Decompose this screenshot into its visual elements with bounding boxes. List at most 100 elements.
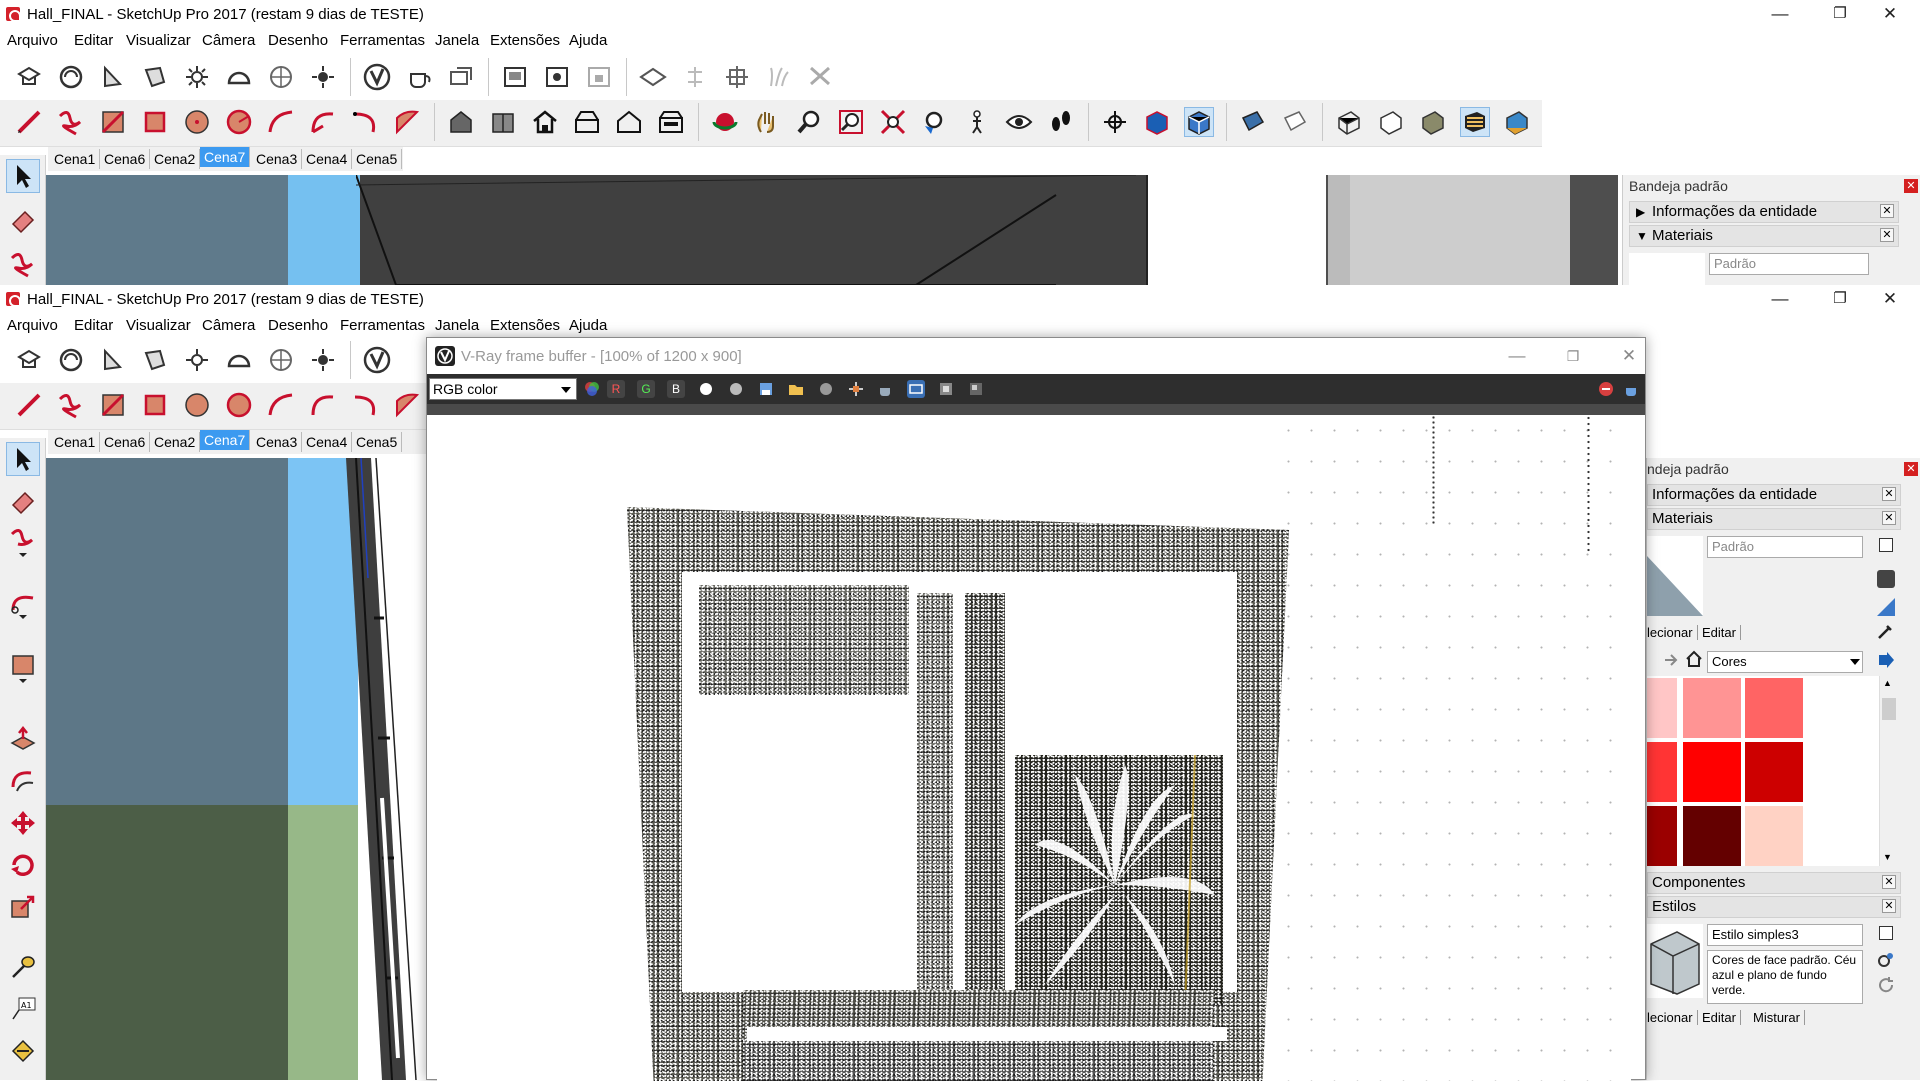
menu-ajuda[interactable]: Ajuda xyxy=(569,32,607,49)
scene-tab-cena6[interactable]: Cena6 xyxy=(100,149,151,169)
monochrome-style-icon[interactable] xyxy=(1502,107,1532,137)
material-name-field[interactable]: Padrão xyxy=(1709,253,1869,275)
three-point-arc-icon[interactable] xyxy=(350,107,380,137)
menu-visualizar[interactable]: Visualizar xyxy=(126,32,191,49)
tab-edit[interactable]: Editar xyxy=(1697,625,1741,640)
vray-sphere-icon[interactable] xyxy=(56,62,86,92)
stop-render-icon[interactable] xyxy=(1597,380,1615,398)
freehand-tool-icon[interactable] xyxy=(56,390,86,420)
render-again-icon[interactable] xyxy=(1623,380,1641,398)
tray-close-icon[interactable]: ✕ xyxy=(1904,179,1918,193)
freehand-left-icon[interactable] xyxy=(6,247,40,281)
tab-select-styles[interactable]: lecionar xyxy=(1647,1010,1693,1025)
rotate-icon[interactable] xyxy=(6,848,40,882)
green-channel-button[interactable]: G xyxy=(637,380,655,398)
select-arrow-icon[interactable] xyxy=(6,442,40,476)
track-mouse-icon[interactable] xyxy=(847,380,865,398)
polygon-tool-icon[interactable] xyxy=(224,390,254,420)
shaded-face-icon[interactable] xyxy=(1238,107,1268,137)
menu-camera[interactable]: Câmera xyxy=(202,317,255,334)
scene-tab-cena1[interactable]: Cena1 xyxy=(50,149,101,169)
menu-arquivo[interactable]: Arquivo xyxy=(7,32,58,49)
line-tool-icon[interactable] xyxy=(14,390,44,420)
vray-lock-icon[interactable] xyxy=(584,62,614,92)
alpha-channel-icon[interactable] xyxy=(727,380,745,398)
two-point-arc-icon[interactable] xyxy=(308,390,338,420)
rotated-rectangle-icon[interactable] xyxy=(140,107,170,137)
viewport-front[interactable] xyxy=(46,458,426,1080)
red-channel-button[interactable]: R xyxy=(607,380,625,398)
rectangle-tool-icon[interactable] xyxy=(98,107,128,137)
paint-bucket-icon[interactable] xyxy=(6,1034,40,1068)
scene-tab-cena7[interactable]: Cena7 xyxy=(200,147,251,167)
render-teapot-icon[interactable] xyxy=(877,380,895,398)
vray-ies-icon[interactable] xyxy=(140,345,170,375)
chevron-down-icon[interactable] xyxy=(1850,659,1860,665)
vray-batch-render-icon[interactable] xyxy=(542,62,572,92)
scene-tab-cena5[interactable]: Cena5 xyxy=(352,432,403,452)
pan-hand-icon[interactable] xyxy=(752,107,782,137)
minimize-button[interactable]: — xyxy=(1750,0,1810,28)
select-arrow-icon[interactable] xyxy=(6,159,40,193)
close-button[interactable]: ✕ xyxy=(1860,285,1920,313)
viewport-back[interactable] xyxy=(46,175,1618,285)
menu-desenho[interactable]: Desenho xyxy=(268,32,328,49)
style-name-field[interactable]: Estilo simples3 xyxy=(1707,924,1863,946)
panel-close-icon[interactable]: ✕ xyxy=(1880,228,1894,242)
house-simple-icon[interactable] xyxy=(614,107,644,137)
menu-camera[interactable]: Câmera xyxy=(202,32,255,49)
white-channel-icon[interactable] xyxy=(697,380,715,398)
house-outline-icon[interactable] xyxy=(572,107,602,137)
rectangle-left-icon[interactable] xyxy=(6,652,40,686)
close-button[interactable]: ✕ xyxy=(1860,0,1920,28)
sample-paint-icon[interactable] xyxy=(1877,570,1895,588)
scene-tab-cena4[interactable]: Cena4 xyxy=(302,432,353,452)
vray-sphere-light-icon[interactable] xyxy=(266,62,296,92)
vray-spotlight-icon[interactable] xyxy=(98,345,128,375)
minimize-button[interactable]: — xyxy=(1750,285,1810,313)
text-label-icon[interactable]: A1 xyxy=(6,992,40,1026)
clear-image-icon[interactable] xyxy=(817,380,835,398)
color-swatch[interactable] xyxy=(1647,742,1677,802)
rectangle-tool-icon[interactable] xyxy=(98,390,128,420)
panel-close-icon[interactable]: ✕ xyxy=(1882,875,1896,889)
vray-minimize-button[interactable]: — xyxy=(1487,342,1547,370)
vray-proxy-icon[interactable] xyxy=(638,62,668,92)
panel-styles[interactable]: Estilos ✕ xyxy=(1647,896,1901,918)
color-swatch[interactable] xyxy=(1683,678,1741,738)
channel-select[interactable]: RGB color xyxy=(429,378,577,400)
scene-tab-cena1[interactable]: Cena1 xyxy=(50,432,101,452)
panel-close-icon[interactable]: ✕ xyxy=(1882,899,1896,913)
home-icon[interactable] xyxy=(530,107,560,137)
move-icon[interactable] xyxy=(6,806,40,840)
menu-extensoes[interactable]: Extensões xyxy=(490,317,560,334)
tab-select[interactable]: lecionar xyxy=(1647,625,1693,640)
menu-ajuda[interactable]: Ajuda xyxy=(569,317,607,334)
scene-tab-cena4[interactable]: Cena4 xyxy=(302,149,353,169)
push-pull-icon[interactable] xyxy=(6,722,40,756)
history-icon[interactable] xyxy=(967,380,985,398)
shaded-textures-style-icon[interactable] xyxy=(1460,107,1490,137)
vray-logo-icon[interactable] xyxy=(362,345,392,375)
eraser-icon[interactable] xyxy=(6,203,40,237)
details-arrow-icon[interactable] xyxy=(1877,651,1895,669)
forward-arrow-icon[interactable] xyxy=(1663,652,1679,668)
vray-mesh-light-icon[interactable] xyxy=(308,62,338,92)
material-library-select[interactable]: Cores xyxy=(1707,651,1863,673)
vray-interactive-icon[interactable] xyxy=(446,62,476,92)
line-tool-icon[interactable] xyxy=(14,107,44,137)
eraser-icon[interactable] xyxy=(6,484,40,518)
create-style-icon[interactable] xyxy=(1879,926,1893,940)
color-swatch[interactable] xyxy=(1647,806,1677,866)
tab-edit-styles[interactable]: Editar xyxy=(1697,1010,1741,1025)
vray-omni-light-icon[interactable] xyxy=(182,62,212,92)
default-material-icon[interactable] xyxy=(1877,598,1895,616)
look-around-icon[interactable] xyxy=(1004,107,1034,137)
panel-close-icon[interactable]: ✕ xyxy=(1880,204,1894,218)
vray-close-button[interactable]: ✕ xyxy=(1599,342,1659,370)
menu-desenho[interactable]: Desenho xyxy=(268,317,328,334)
scene-tab-cena3[interactable]: Cena3 xyxy=(252,149,303,169)
color-swatch[interactable] xyxy=(1745,806,1803,866)
extension-warehouse-icon[interactable] xyxy=(488,107,518,137)
scene-tab-cena5[interactable]: Cena5 xyxy=(352,149,403,169)
